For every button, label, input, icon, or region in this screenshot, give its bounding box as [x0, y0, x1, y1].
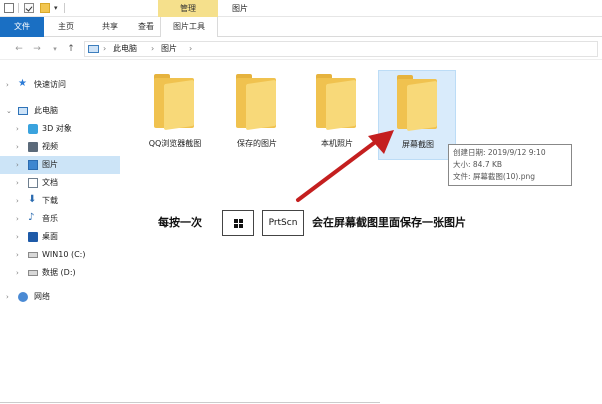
expand-chevron-icon[interactable]: ›	[16, 174, 19, 192]
tooltip-created-date: 创建日期: 2019/9/12 9:10	[453, 148, 546, 157]
download-icon: ⬇	[28, 194, 37, 205]
window-icon[interactable]	[4, 3, 14, 13]
computer-icon	[18, 107, 28, 115]
sidebar-item-quick-access[interactable]: › ★ 快速访问	[0, 76, 120, 94]
address-bar: ← → ▾ ↑ › 此电脑 › 图片 ›	[0, 38, 602, 60]
back-arrow-icon[interactable]: ←	[12, 41, 26, 57]
divider	[64, 3, 65, 13]
tab-home[interactable]: 主页	[44, 17, 88, 37]
desktop-icon	[28, 232, 38, 242]
sidebar-item-videos[interactable]: › 视频	[0, 138, 120, 156]
properties-icon[interactable]	[24, 3, 34, 13]
3d-objects-icon	[28, 124, 38, 134]
tab-picture-tools[interactable]: 图片工具	[160, 17, 218, 37]
folder-saved-pictures[interactable]: 保存的图片	[218, 70, 296, 160]
sidebar-item-this-pc[interactable]: ⌄ 此电脑	[0, 102, 120, 120]
music-icon: ♪	[28, 212, 35, 223]
tab-share[interactable]: 共享	[88, 17, 132, 37]
expand-chevron-icon[interactable]: ›	[16, 138, 19, 156]
breadcrumb-chevron-icon[interactable]: ›	[151, 42, 154, 56]
sidebar-item-label: 此电脑	[34, 106, 58, 115]
expand-chevron-icon[interactable]: ›	[16, 228, 19, 246]
expand-chevron-icon[interactable]: ›	[16, 120, 19, 138]
recent-locations-chevron-icon[interactable]: ▾	[50, 41, 60, 57]
sidebar-item-label: WIN10 (C:)	[42, 250, 86, 259]
windows-key	[222, 210, 254, 236]
sidebar-item-label: 3D 对象	[42, 124, 72, 133]
sidebar-item-pictures[interactable]: › 图片	[0, 156, 120, 174]
address-box[interactable]: › 此电脑 › 图片 ›	[84, 41, 598, 57]
network-icon	[18, 292, 28, 302]
sidebar-item-documents[interactable]: › 文档	[0, 174, 120, 192]
instruction-text-after: 会在屏幕截图里面保存一张图片	[312, 216, 466, 229]
instruction-text-before: 每按一次	[158, 216, 202, 229]
breadcrumb-chevron-icon[interactable]: ›	[189, 42, 192, 56]
sidebar-item-label: 下载	[42, 196, 58, 205]
folder-icon	[316, 74, 356, 131]
drive-icon	[28, 270, 38, 276]
breadcrumb-pictures[interactable]: 图片	[161, 42, 177, 56]
window-title: 图片	[232, 4, 248, 13]
file-list-area: QQ浏览器截图 保存的图片 本机照片 屏幕截图 创建日期: 2019/9/12 …	[120, 60, 602, 404]
tab-file[interactable]: 文件	[0, 17, 44, 37]
sidebar-item-3d-objects[interactable]: › 3D 对象	[0, 120, 120, 138]
sidebar-item-label: 网络	[34, 292, 50, 301]
folder-icon	[154, 74, 194, 131]
expand-chevron-icon[interactable]: ›	[6, 288, 9, 306]
sidebar-item-label: 音乐	[42, 214, 58, 223]
breadcrumb-chevron-icon[interactable]: ›	[103, 42, 106, 56]
quick-access-dropdown-icon[interactable]: ▾	[54, 4, 58, 12]
expand-chevron-icon[interactable]: ›	[16, 192, 19, 210]
red-arrow-annotation	[296, 130, 394, 202]
folder-icon	[236, 74, 276, 131]
windows-logo-icon	[234, 219, 244, 229]
folder-label: QQ浏览器截图	[148, 139, 202, 148]
file-explorer-window: ▾ 管理 图片 文件 主页 共享 查看 图片工具 ← → ▾ ↑ › 此电脑 ›…	[0, 0, 602, 404]
sidebar-item-label: 图片	[42, 160, 58, 169]
folder-label: 保存的图片	[237, 139, 277, 148]
forward-arrow-icon[interactable]: →	[30, 41, 44, 57]
pictures-icon	[28, 160, 38, 170]
tooltip-size: 大小: 84.7 KB	[453, 160, 503, 169]
folder-qq-screenshots[interactable]: QQ浏览器截图	[136, 70, 214, 160]
collapse-chevron-icon[interactable]: ⌄	[6, 102, 12, 120]
sidebar-item-downloads[interactable]: › ⬇ 下载	[0, 192, 120, 210]
documents-icon	[28, 178, 38, 188]
expand-chevron-icon[interactable]: ›	[6, 76, 9, 94]
computer-icon	[88, 45, 99, 53]
expand-chevron-icon[interactable]: ›	[16, 264, 19, 282]
sidebar-item-label: 桌面	[42, 232, 58, 241]
title-bar: ▾ 管理 图片	[0, 0, 602, 17]
sidebar-item-music[interactable]: › ♪ 音乐	[0, 210, 120, 228]
navigation-pane: › ★ 快速访问 ⌄ 此电脑 › 3D 对象 › 视频 › 图片 › 文档 › …	[0, 60, 120, 404]
divider	[18, 3, 19, 13]
expand-chevron-icon[interactable]: ›	[16, 210, 19, 228]
sidebar-item-label: 视频	[42, 142, 58, 151]
expand-chevron-icon[interactable]: ›	[16, 246, 19, 264]
prtscn-key: PrtScn	[262, 210, 304, 236]
up-arrow-icon[interactable]: ↑	[64, 41, 78, 57]
sidebar-item-label: 数据 (D:)	[42, 268, 76, 277]
manage-tab[interactable]: 管理	[158, 0, 218, 17]
new-folder-icon[interactable]	[40, 3, 50, 13]
video-icon	[28, 142, 38, 152]
breadcrumb-this-pc[interactable]: 此电脑	[113, 42, 137, 56]
sidebar-item-drive-d[interactable]: › 数据 (D:)	[0, 264, 120, 282]
sidebar-item-desktop[interactable]: › 桌面	[0, 228, 120, 246]
drive-icon	[28, 252, 38, 258]
sidebar-item-label: 文档	[42, 178, 58, 187]
tab-view[interactable]: 查看	[132, 17, 160, 37]
folder-info-tooltip: 创建日期: 2019/9/12 9:10 大小: 84.7 KB 文件: 屏幕截…	[448, 144, 572, 186]
divider	[0, 402, 380, 403]
star-icon: ★	[18, 78, 27, 89]
expand-chevron-icon[interactable]: ›	[16, 156, 19, 174]
tooltip-files: 文件: 屏幕截图(10).png	[453, 172, 535, 181]
sidebar-item-label: 快速访问	[34, 80, 66, 89]
sidebar-item-drive-c[interactable]: › WIN10 (C:)	[0, 246, 120, 264]
sidebar-item-network[interactable]: › 网络	[0, 288, 120, 306]
folder-icon	[397, 75, 437, 132]
ribbon-tabs: 文件 主页 共享 查看 图片工具	[0, 17, 602, 37]
